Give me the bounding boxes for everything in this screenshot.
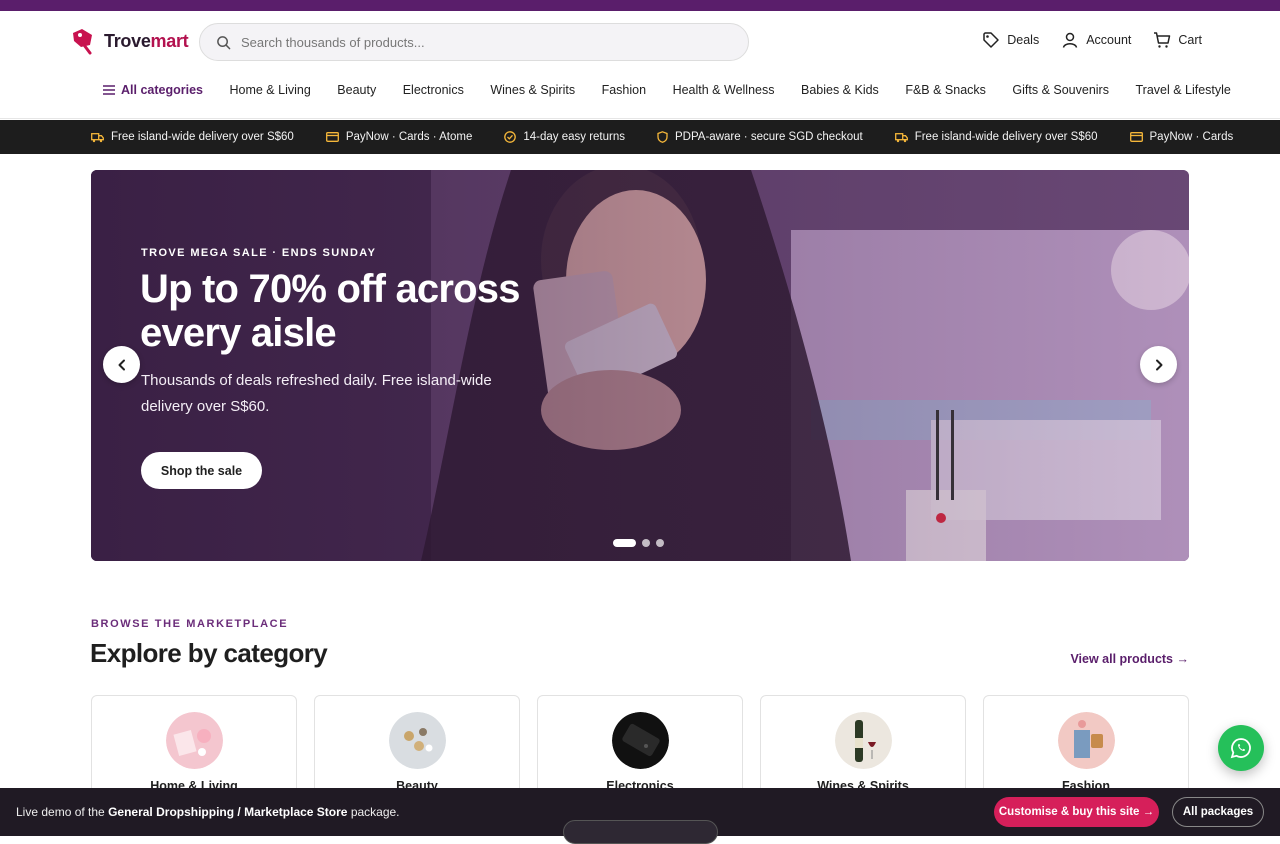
trust-item: Free island-wide delivery over S$60 — [894, 131, 1098, 143]
hero-eyebrow: TROVE MEGA SALE · ENDS SUNDAY — [141, 247, 377, 259]
chevron-right-icon — [1155, 359, 1162, 370]
nav-item-wines-spirits[interactable]: Wines & Spirits — [490, 83, 575, 97]
browse-eyebrow: BROWSE THE MARKETPLACE — [91, 618, 289, 630]
trust-item: PDPA-aware · secure SGD checkout — [657, 131, 863, 143]
chevron-left-icon — [118, 359, 125, 370]
all-packages-button[interactable]: All packages — [1172, 797, 1264, 827]
customise-buy-button[interactable]: Customise & buy this site → — [994, 797, 1159, 827]
category-image-wines-spirits — [835, 712, 892, 769]
nav-item-electronics[interactable]: Electronics — [403, 83, 464, 97]
nav-item-fashion[interactable]: Fashion — [602, 83, 646, 97]
shield-icon — [657, 131, 668, 143]
cart-link[interactable]: Cart — [1153, 31, 1202, 49]
trust-text: Free island-wide delivery over S$60 — [111, 131, 294, 143]
demo-bar: Live demo of the General Dropshipping / … — [0, 788, 1280, 844]
whatsapp-icon — [1230, 738, 1251, 759]
trust-bar: Free island-wide delivery over S$60 PayN… — [0, 120, 1280, 154]
check-circle-icon — [504, 131, 517, 143]
carousel-next-button[interactable] — [1140, 346, 1177, 383]
menu-icon — [103, 85, 115, 95]
category-image-fashion — [1058, 712, 1115, 769]
nav-item-home-living[interactable]: Home & Living — [229, 83, 310, 97]
all-categories-label: All categories — [121, 83, 203, 97]
deals-label: Deals — [1007, 33, 1040, 47]
nav-item-beauty[interactable]: Beauty — [337, 83, 376, 97]
trust-item: PayNow · Cards — [1129, 131, 1234, 143]
carousel-dot[interactable] — [656, 539, 664, 547]
logo-tag-icon — [73, 29, 92, 55]
whatsapp-chat-button[interactable] — [1218, 725, 1264, 771]
category-nav: All categories Home & Living Beauty Elec… — [103, 83, 1257, 97]
cart-label: Cart — [1178, 33, 1202, 47]
trust-text: PayNow · Cards — [1149, 131, 1234, 143]
tag-icon — [983, 32, 999, 48]
nav-item-gifts-souvenirs[interactable]: Gifts & Souvenirs — [1012, 83, 1109, 97]
category-image-electronics — [612, 712, 669, 769]
hero-title: Up to 70% off across every aisle — [140, 267, 520, 355]
truck-icon — [91, 132, 104, 142]
browse-title: Explore by category — [90, 638, 328, 668]
logo-text: Trovemart — [104, 30, 189, 51]
trust-item: Free island-wide delivery over S$60 — [91, 131, 294, 143]
trust-text: PayNow · Cards · Atome — [345, 131, 473, 143]
deals-link[interactable]: Deals — [982, 31, 1039, 49]
truck-icon — [894, 132, 908, 142]
hero-carousel: TROVE MEGA SALE · ENDS SUNDAY Up to 70% … — [91, 170, 1189, 561]
hero-subtitle: Thousands of deals refreshed daily. Free… — [141, 372, 492, 415]
nav-item-fb-snacks[interactable]: F&B & Snacks — [905, 83, 986, 97]
category-image-home-living — [166, 712, 223, 769]
all-categories-button[interactable]: All categories — [103, 83, 203, 97]
carousel-dot[interactable] — [613, 539, 636, 547]
site-header: Trovemart Deals Account Cart All categor… — [0, 11, 1280, 119]
card-icon — [325, 132, 339, 142]
account-link[interactable]: Account — [1061, 31, 1131, 49]
trust-item: 14-day easy returns — [504, 131, 625, 143]
card-icon — [1129, 132, 1143, 142]
top-announcement-strip — [0, 0, 1280, 11]
trust-text: PDPA-aware · secure SGD checkout — [675, 131, 863, 143]
nav-item-babies-kids[interactable]: Babies & Kids — [801, 83, 879, 97]
user-icon — [1062, 32, 1078, 48]
trust-item: PayNow · Cards · Atome — [325, 131, 473, 143]
carousel-dot[interactable] — [642, 539, 650, 547]
view-all-products-link[interactable]: View all products → — [1070, 652, 1189, 666]
carousel-prev-button[interactable] — [103, 346, 140, 383]
trust-text: Free island-wide delivery over S$60 — [914, 131, 1098, 143]
nav-item-travel-lifestyle[interactable]: Travel & Lifestyle — [1135, 83, 1230, 97]
search-bar[interactable] — [199, 23, 749, 61]
search-input[interactable] — [241, 34, 721, 50]
demo-text: Live demo of the General Dropshipping / … — [16, 805, 400, 819]
trust-text: 14-day easy returns — [523, 131, 625, 143]
hero-overlay — [91, 170, 1189, 561]
cart-icon — [1154, 32, 1171, 48]
nav-item-health-wellness[interactable]: Health & Wellness — [673, 83, 775, 97]
logo[interactable]: Trovemart — [70, 27, 189, 55]
category-image-beauty — [389, 712, 446, 769]
carousel-dots — [613, 539, 664, 547]
account-label: Account — [1086, 33, 1132, 47]
header-actions: Deals Account Cart — [982, 31, 1202, 49]
search-icon — [217, 35, 231, 49]
shop-sale-button[interactable]: Shop the sale — [141, 452, 262, 489]
demo-device-switcher[interactable] — [563, 820, 718, 844]
